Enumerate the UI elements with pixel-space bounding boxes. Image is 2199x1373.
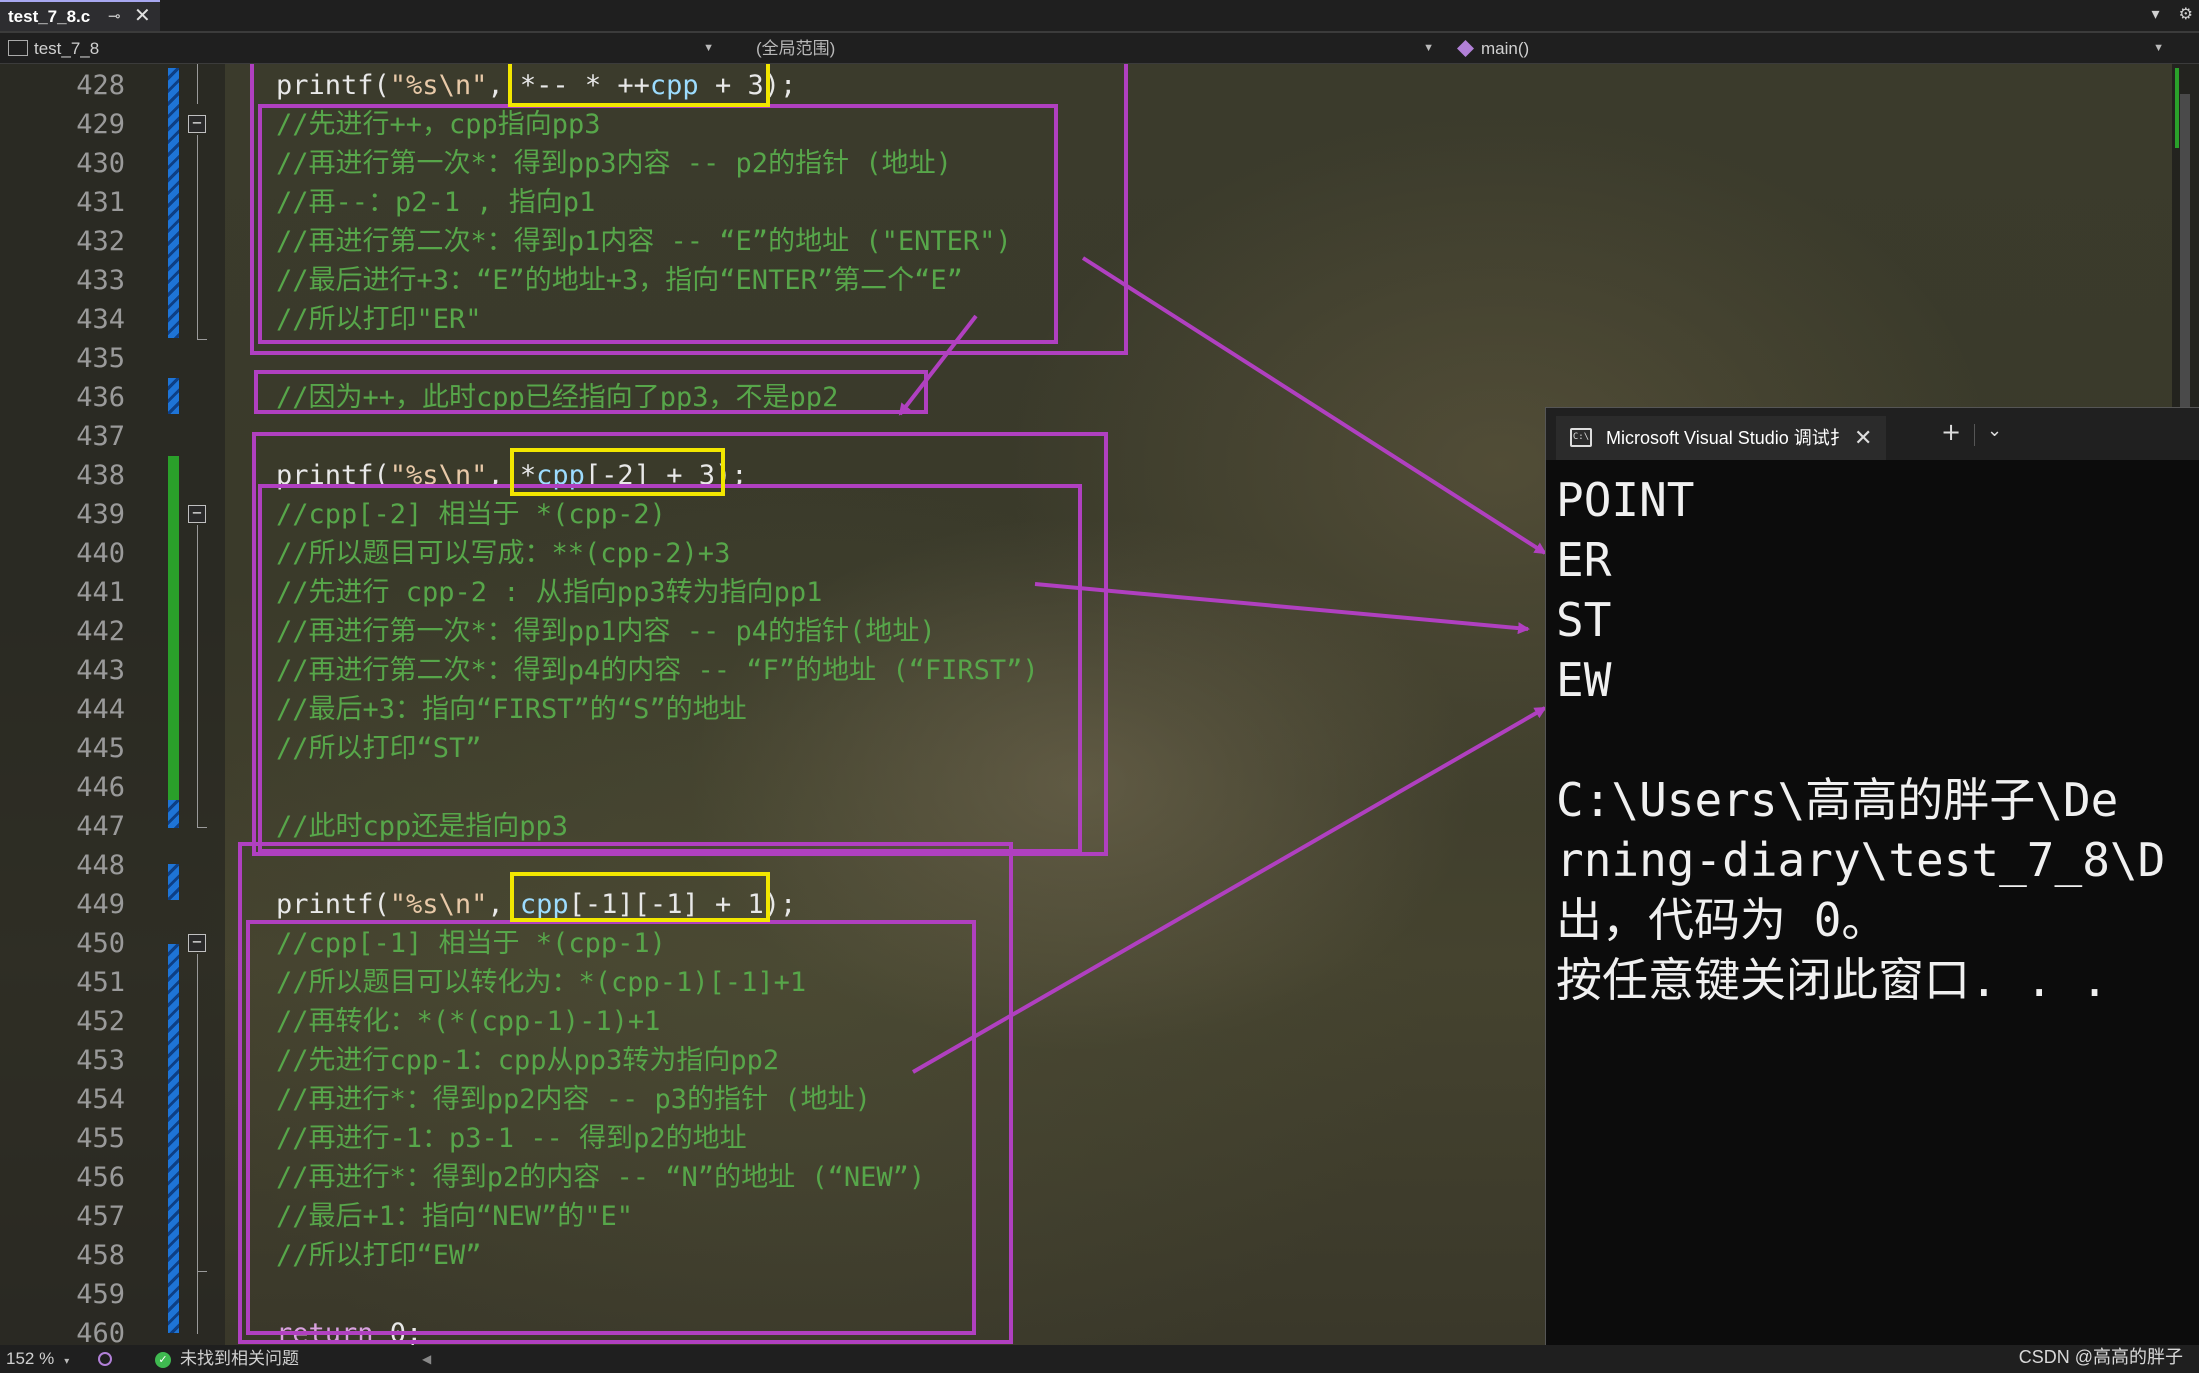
chevron-down-icon: ▼ bbox=[2153, 42, 2164, 54]
tab-title: test_7_8.c bbox=[8, 7, 91, 26]
function-name: main() bbox=[1481, 39, 1530, 58]
project-name: test_7_8 bbox=[34, 39, 100, 58]
console-output-line: POINT bbox=[1556, 473, 1695, 527]
console-output-line: rning-diary\test_7_8\D bbox=[1556, 833, 2166, 887]
function-icon bbox=[1457, 40, 1474, 57]
chevron-down-icon: ▼ bbox=[703, 42, 714, 54]
watermark: CSDN @高高的胖子 bbox=[2018, 1347, 2183, 1367]
tab-dropdown-icon[interactable]: ▾ bbox=[2152, 4, 2160, 23]
zoom-level: 152 % bbox=[6, 1349, 55, 1368]
console-output-line: 按任意键关闭此窗口. . . bbox=[1556, 953, 2109, 1007]
arrow-to-output-st bbox=[1034, 582, 1530, 635]
debug-console-window[interactable]: C:\ Microsoft Visual Studio 调试扌 ✕ + ⌄ PO… bbox=[1545, 407, 2199, 1367]
project-dropdown[interactable]: test_7_8 ▼ bbox=[0, 33, 720, 64]
project-icon bbox=[8, 40, 28, 56]
close-tab-icon[interactable]: ✕ bbox=[134, 2, 151, 31]
console-output-line: ER bbox=[1556, 533, 1612, 587]
pin-icon[interactable]: ⊸ bbox=[108, 2, 121, 31]
scope-name: (全局范围) bbox=[756, 39, 836, 58]
function-dropdown[interactable]: main() ▼ bbox=[1450, 33, 2170, 64]
issues-status[interactable]: 未找到相关问题 bbox=[180, 1345, 299, 1373]
scroll-left-icon[interactable]: ◀ bbox=[422, 1345, 431, 1373]
tab-test-7-8-c[interactable]: test_7_8.c ⊸ ✕ bbox=[0, 0, 160, 31]
arrow-to-output-ew bbox=[912, 706, 1547, 1074]
console-output-line: ST bbox=[1556, 593, 1612, 647]
console-output-line: 出，代码为 0。 bbox=[1556, 893, 1888, 947]
console-icon: C:\ bbox=[1570, 428, 1592, 447]
console-title-bar: C:\ Microsoft Visual Studio 调试扌 ✕ + ⌄ bbox=[1546, 408, 2199, 460]
arrow-to-output-er bbox=[1081, 256, 1547, 555]
scope-dropdown[interactable]: (全局范围) ▼ bbox=[740, 33, 1440, 64]
chevron-down-icon: ▾ bbox=[64, 1356, 70, 1367]
console-tab[interactable]: C:\ Microsoft Visual Studio 调试扌 ✕ bbox=[1556, 416, 1886, 460]
scroll-change-mark bbox=[2175, 68, 2179, 148]
close-icon[interactable]: ✕ bbox=[1854, 416, 1872, 460]
zoom-dropdown[interactable]: 152 % ▾ bbox=[6, 1345, 69, 1373]
chevron-down-icon: ▼ bbox=[1423, 42, 1434, 54]
console-title: Microsoft Visual Studio 调试扌 bbox=[1606, 428, 1848, 448]
check-icon[interactable]: ✓ bbox=[155, 1352, 171, 1368]
code-health-icon[interactable] bbox=[98, 1352, 112, 1366]
navigation-bar: test_7_8 ▼ (全局范围) ▼ main() ▼ bbox=[0, 33, 2199, 64]
status-bar: 152 % ▾ ✓ 未找到相关问题 ◀ CSDN @高高的胖子 bbox=[0, 1345, 2199, 1373]
new-tab-icon[interactable]: + bbox=[1941, 418, 1961, 446]
arrow-to-note bbox=[898, 314, 978, 416]
console-output-line: EW bbox=[1556, 653, 1612, 707]
document-tab-bar: test_7_8.c ⊸ ✕ ▾ ⚙ bbox=[0, 0, 2199, 33]
tabbar-right-icons: ▾ ⚙ bbox=[2138, 4, 2193, 23]
console-output-line: C:\Users\高高的胖子\De bbox=[1556, 773, 2119, 827]
divider bbox=[1974, 424, 1975, 446]
settings-icon[interactable]: ⚙ bbox=[2179, 4, 2193, 23]
chevron-down-icon[interactable]: ⌄ bbox=[1987, 420, 2002, 441]
